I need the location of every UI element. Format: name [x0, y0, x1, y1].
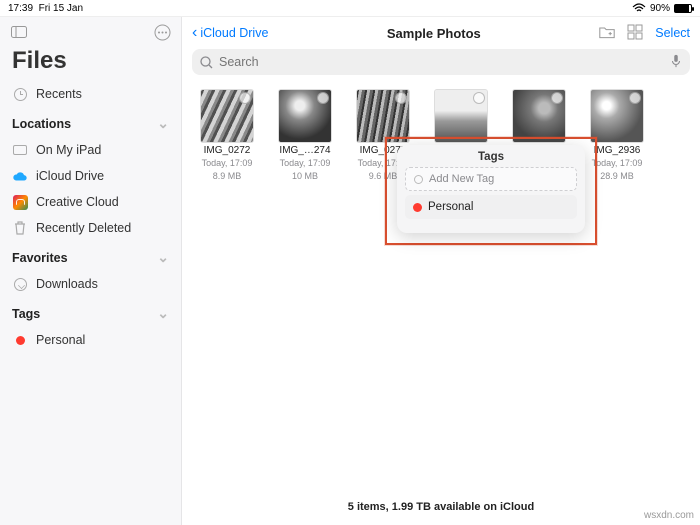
wifi-icon: [632, 3, 646, 13]
sidebar-item-on-ipad[interactable]: On My iPad: [0, 137, 181, 163]
file-thumbnail[interactable]: [512, 89, 566, 143]
status-right: 90%: [632, 3, 692, 14]
annotation-highlight: Tags Add New Tag Personal: [385, 137, 597, 245]
file-item[interactable]: IMG_0272 Today, 17:09 8.9 MB: [198, 89, 256, 182]
file-date: Today, 17:09: [202, 158, 253, 169]
file-name: IMG_…274: [276, 145, 334, 156]
view-grid-icon[interactable]: [627, 24, 643, 43]
sidebar-item-icloud[interactable]: iCloud Drive: [0, 163, 181, 189]
add-new-tag-field[interactable]: Add New Tag: [405, 167, 577, 191]
sidebar-section-tags[interactable]: Tags ⌄: [0, 297, 181, 327]
cloud-icon: [12, 168, 28, 184]
add-new-tag-label: Add New Tag: [429, 173, 494, 185]
footer-status: 5 items, 1.99 TB available on iCloud: [182, 501, 700, 513]
file-thumbnail[interactable]: [356, 89, 410, 143]
main-pane: ‹ iCloud Drive Sample Photos Select IMG_…: [182, 17, 700, 525]
sidebar-item-label: Recently Deleted: [36, 221, 131, 235]
select-button[interactable]: Select: [655, 26, 690, 40]
file-item[interactable]: IMG_…274 Today, 17:09 10 MB: [276, 89, 334, 182]
sidebar-item-downloads[interactable]: Downloads: [0, 271, 181, 297]
file-thumbnail[interactable]: [434, 89, 488, 143]
chevron-down-icon: ⌄: [157, 115, 169, 132]
file-date: Today, 17:09: [280, 158, 331, 169]
file-date: Today, 17:09: [592, 158, 643, 169]
battery-pct: 90%: [650, 3, 670, 14]
popover-title: Tags: [405, 151, 577, 167]
chevron-down-icon: ⌄: [157, 249, 169, 266]
sidebar-section-favorites[interactable]: Favorites ⌄: [0, 241, 181, 271]
status-bar: 17:39 Fri 15 Jan 90%: [0, 0, 700, 16]
status-date: Fri 15 Jan: [39, 3, 83, 14]
tags-popover: Tags Add New Tag Personal: [397, 145, 585, 233]
sidebar-item-recents[interactable]: Recents: [0, 81, 181, 107]
tag-dot-icon: [413, 203, 422, 212]
watermark: wsxdn.com: [644, 510, 694, 521]
ipad-icon: [13, 145, 27, 155]
sidebar-item-label: Recents: [36, 87, 82, 101]
sidebar-item-label: Downloads: [36, 277, 98, 291]
more-icon[interactable]: [153, 23, 171, 41]
download-icon: [14, 278, 27, 291]
sidebar-toggle-icon[interactable]: [10, 23, 28, 41]
search-bar[interactable]: [192, 49, 690, 75]
back-label: iCloud Drive: [200, 26, 268, 40]
chevron-left-icon: ‹: [192, 25, 197, 41]
sidebar-section-locations[interactable]: Locations ⌄: [0, 107, 181, 137]
app-title: Files: [0, 45, 181, 81]
file-name: IMG_0272: [198, 145, 256, 156]
file-thumbnail[interactable]: [278, 89, 332, 143]
chevron-down-icon: ⌄: [157, 305, 169, 322]
selection-circle-icon[interactable]: [473, 92, 485, 104]
tag-dot-icon: [16, 336, 25, 345]
empty-tag-icon: [414, 175, 423, 184]
search-input[interactable]: [219, 55, 664, 69]
search-icon: [200, 56, 213, 69]
selection-circle-icon[interactable]: [629, 92, 641, 104]
clock-icon: [14, 88, 27, 101]
page-title: Sample Photos: [276, 26, 591, 41]
sidebar-item-label: iCloud Drive: [36, 169, 104, 183]
tag-row-label: Personal: [428, 201, 473, 213]
mic-icon[interactable]: [670, 54, 682, 71]
sidebar: Files Recents Locations ⌄ On My iPad iCl…: [0, 17, 182, 525]
new-folder-icon[interactable]: [599, 24, 615, 43]
sidebar-item-label: Personal: [36, 333, 85, 347]
file-thumbnail[interactable]: [590, 89, 644, 143]
tag-row-personal[interactable]: Personal: [405, 195, 577, 219]
file-thumbnail[interactable]: [200, 89, 254, 143]
selection-circle-icon[interactable]: [239, 92, 251, 104]
status-left: 17:39 Fri 15 Jan: [8, 3, 83, 14]
sidebar-item-label: Creative Cloud: [36, 195, 119, 209]
file-size: 8.9 MB: [213, 171, 242, 182]
trash-icon: [12, 220, 28, 236]
sidebar-item-tag-personal[interactable]: Personal: [0, 327, 181, 353]
sidebar-item-recently-deleted[interactable]: Recently Deleted: [0, 215, 181, 241]
creative-cloud-icon: [13, 195, 28, 210]
back-button[interactable]: ‹ iCloud Drive: [192, 25, 268, 41]
status-time: 17:39: [8, 3, 33, 14]
file-size: 10 MB: [292, 171, 318, 182]
sidebar-item-label: On My iPad: [36, 143, 101, 157]
file-size: 28.9 MB: [600, 171, 634, 182]
battery-icon: [674, 4, 692, 13]
toolbar: ‹ iCloud Drive Sample Photos Select: [182, 17, 700, 49]
selection-circle-icon[interactable]: [317, 92, 329, 104]
sidebar-item-creative-cloud[interactable]: Creative Cloud: [0, 189, 181, 215]
selection-circle-icon[interactable]: [395, 92, 407, 104]
selection-circle-icon[interactable]: [551, 92, 563, 104]
